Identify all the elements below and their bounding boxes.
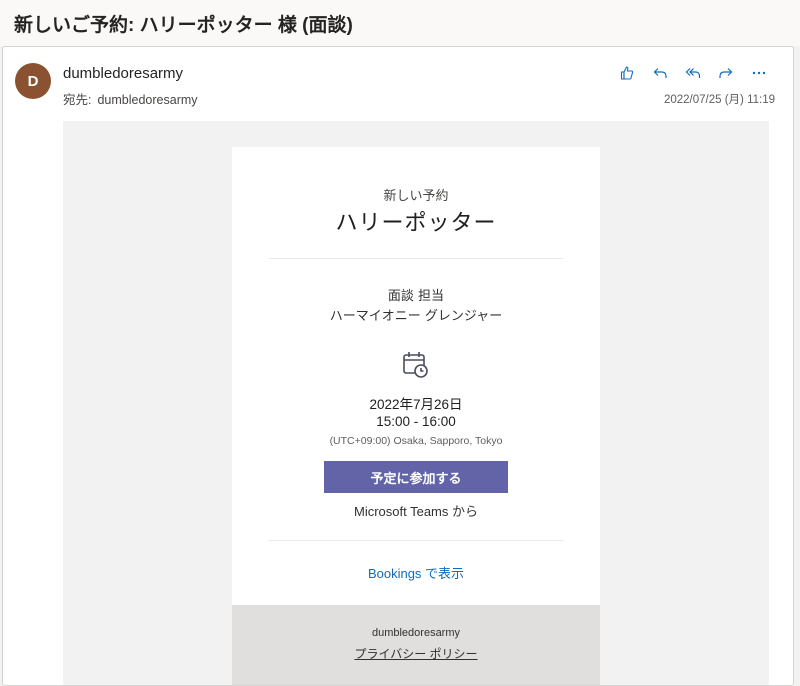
subject-bar: 新しいご予約: ハリーポッター 様 (面談)	[0, 0, 800, 46]
divider	[268, 258, 564, 259]
recipient-name[interactable]: dumbledoresarmy	[97, 93, 197, 107]
service-name: 面談 担当	[387, 289, 445, 304]
sender-name[interactable]: dumbledoresarmy	[63, 65, 183, 82]
divider	[268, 540, 564, 541]
footer-business-name: dumbledoresarmy	[371, 627, 461, 639]
more-icon[interactable]	[742, 61, 775, 85]
received-date: 2022/07/25 (月) 11:19	[663, 94, 775, 106]
recipient-row: 宛先: dumbledoresarmy	[63, 89, 204, 108]
customer-name: ハリーポッター	[335, 211, 497, 236]
booking-time: 15:00 - 16:00	[376, 414, 456, 429]
via-teams-text: Microsoft Teams から	[353, 504, 478, 519]
like-icon[interactable]	[610, 61, 643, 85]
calendar-clock-icon	[402, 350, 430, 380]
reply-icon[interactable]	[643, 61, 676, 85]
forward-icon[interactable]	[709, 61, 742, 85]
message-card: D dumbledoresarmy 宛先: dumbledoresarmy 20…	[2, 46, 794, 686]
new-booking-label: 新しい予約	[383, 189, 449, 204]
message-actions	[610, 61, 775, 85]
card-footer: dumbledoresarmy プライバシー ポリシー	[232, 605, 600, 685]
avatar[interactable]: D	[15, 63, 51, 99]
view-in-bookings-link[interactable]: Bookings で表示	[232, 563, 600, 582]
reply-all-icon[interactable]	[676, 61, 709, 85]
to-label: 宛先:	[63, 93, 92, 107]
join-meeting-button[interactable]: 予定に参加する	[324, 461, 508, 493]
staff-name: ハーマイオニー グレンジャー	[329, 309, 503, 324]
privacy-policy-link[interactable]: プライバシー ポリシー	[232, 645, 600, 662]
email-subject: 新しいご予約: ハリーポッター 様 (面談)	[14, 14, 353, 36]
booking-timezone: (UTC+09:00) Osaka, Sapporo, Tokyo	[329, 435, 503, 447]
booking-date: 2022年7月26日	[369, 397, 463, 412]
booking-card: 新しい予約 ハリーポッター 面談 担当 ハーマイオニー グレンジャー 2022年…	[232, 147, 600, 685]
email-body: 新しい予約 ハリーポッター 面談 担当 ハーマイオニー グレンジャー 2022年…	[63, 121, 769, 685]
